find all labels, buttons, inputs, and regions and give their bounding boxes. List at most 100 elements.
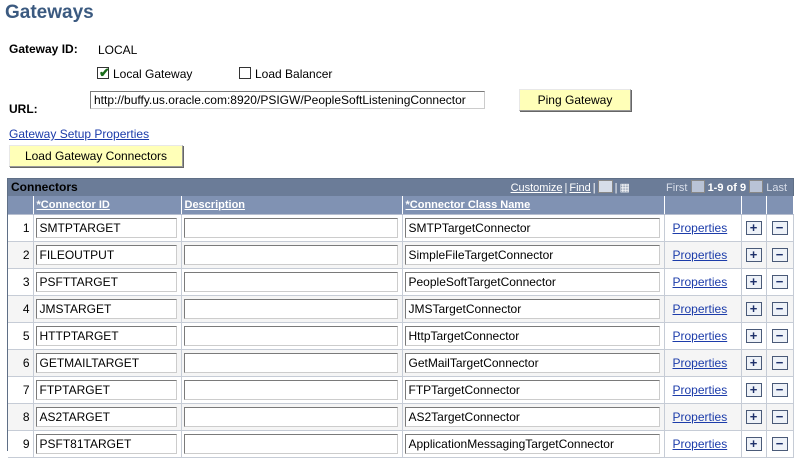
add-row-button[interactable]: +: [745, 356, 762, 370]
download-grid-icon[interactable]: ▦: [620, 182, 630, 194]
row-range: 1-9 of 9: [707, 182, 747, 194]
properties-link[interactable]: Properties: [673, 356, 728, 370]
grid-navigation: Customize | Find | | ▦ First 1-9 of 9 Last: [510, 180, 787, 194]
table-row: 6 GETMAILTARGET GetMailTargetConnector Prop…: [8, 349, 794, 377]
table-row: 2 FILEOUTPUT SimpleFileTargetConnector Prop…: [8, 241, 794, 269]
add-row-button[interactable]: +: [745, 410, 762, 424]
connector-id-input[interactable]: JMSTARGET: [35, 299, 177, 319]
table-row: 5 HTTPTARGET HttpTargetConnector Properties…: [8, 322, 794, 350]
properties-link[interactable]: Properties: [673, 410, 728, 424]
row-number-header: [8, 196, 34, 215]
remove-header: [766, 196, 794, 215]
add-row-button[interactable]: +: [745, 275, 762, 289]
table-row: 8 AS2TARGET AS2TargetConnector Properties + −: [8, 403, 794, 431]
connector-id-input[interactable]: HTTPTARGET: [35, 326, 177, 346]
properties-link[interactable]: Properties: [673, 437, 728, 451]
table-row: 4 JMSTARGET JMSTargetConnector Properties + −: [8, 295, 794, 323]
url-input[interactable]: http://buffy.us.oracle.com:8920/PSIGW/Pe…: [90, 91, 485, 109]
table-row: 9 PSFT81TARGET ApplicationMessagingTargetC…: [8, 430, 794, 458]
remove-row-button[interactable]: −: [771, 383, 788, 397]
properties-header: [664, 196, 742, 215]
description-input[interactable]: [183, 434, 398, 454]
properties-link[interactable]: Properties: [673, 329, 728, 343]
class-name-input[interactable]: PeopleSoftTargetConnector: [404, 272, 660, 292]
add-row-button[interactable]: +: [745, 302, 762, 316]
find-link[interactable]: Find: [569, 182, 590, 194]
row-number: 1: [8, 214, 34, 242]
add-row-button[interactable]: +: [745, 221, 762, 235]
local-gateway-label: Local Gateway: [113, 67, 193, 81]
customize-link[interactable]: Customize: [511, 182, 563, 194]
remove-row-button[interactable]: −: [771, 302, 788, 316]
next-arrow-icon[interactable]: [749, 180, 764, 193]
grid-title: Connectors: [11, 180, 78, 194]
connector-id-input[interactable]: FILEOUTPUT: [35, 245, 177, 265]
row-number: 5: [8, 322, 34, 350]
load-balancer-checkbox[interactable]: [239, 67, 251, 79]
gateway-setup-properties-link[interactable]: Gateway Setup Properties: [9, 127, 149, 141]
remove-row-button[interactable]: −: [771, 329, 788, 343]
table-row: 1 SMTPTARGET SMTPTargetConnector Properties…: [8, 214, 794, 242]
class-name-input[interactable]: FTPTargetConnector: [404, 380, 660, 400]
remove-row-button[interactable]: −: [771, 437, 788, 451]
properties-link[interactable]: Properties: [673, 248, 728, 262]
add-row-button[interactable]: +: [745, 329, 762, 343]
page-title: Gateways: [5, 2, 94, 23]
checkmark-icon: ✔: [99, 65, 110, 80]
description-input[interactable]: [183, 380, 398, 400]
description-input[interactable]: [183, 245, 398, 265]
add-row-button[interactable]: +: [745, 437, 762, 451]
table-row: 7 FTPTARGET FTPTargetConnector Properties + −: [8, 376, 794, 404]
description-input[interactable]: [183, 353, 398, 373]
connector-id-input[interactable]: SMTPTARGET: [35, 218, 177, 238]
row-number: 8: [8, 403, 34, 431]
row-number: 3: [8, 268, 34, 296]
add-row-button[interactable]: +: [745, 383, 762, 397]
description-input[interactable]: [183, 272, 398, 292]
class-name-input[interactable]: HttpTargetConnector: [404, 326, 660, 346]
description-input[interactable]: [183, 218, 398, 238]
class-name-input[interactable]: SMTPTargetConnector: [404, 218, 660, 238]
class-name-input[interactable]: ApplicationMessagingTargetConnector: [404, 434, 660, 454]
connectors-grid: Connectors Customize | Find | | ▦ First 1-9 o…: [7, 178, 794, 458]
remove-row-button[interactable]: −: [771, 356, 788, 370]
connector-id-input[interactable]: AS2TARGET: [35, 407, 177, 427]
description-input[interactable]: [183, 407, 398, 427]
url-label: URL:: [9, 102, 38, 116]
remove-row-button[interactable]: −: [771, 275, 788, 289]
view-all-icon[interactable]: [597, 180, 613, 193]
properties-link[interactable]: Properties: [673, 275, 728, 289]
properties-link[interactable]: Properties: [673, 302, 728, 316]
prev-arrow-icon[interactable]: [690, 180, 705, 193]
description-input[interactable]: [183, 299, 398, 319]
class-name-header[interactable]: *Connector Class Name: [402, 196, 665, 215]
connector-id-header[interactable]: *Connector ID: [33, 196, 182, 215]
description-input[interactable]: [183, 326, 398, 346]
grid-header-bar: Connectors Customize | Find | | ▦ First 1-9 o…: [8, 179, 793, 196]
table-header-row: *Connector ID Description *Connector Cla…: [8, 196, 794, 215]
gateway-id-label: Gateway ID:: [9, 42, 78, 56]
row-number: 2: [8, 241, 34, 269]
connector-id-input[interactable]: GETMAILTARGET: [35, 353, 177, 373]
class-name-input[interactable]: JMSTargetConnector: [404, 299, 660, 319]
load-gateway-connectors-button[interactable]: Load Gateway Connectors: [9, 145, 183, 167]
row-number: 6: [8, 349, 34, 377]
connector-id-input[interactable]: PSFTTARGET: [35, 272, 177, 292]
class-name-input[interactable]: GetMailTargetConnector: [404, 353, 660, 373]
class-name-input[interactable]: SimpleFileTargetConnector: [404, 245, 660, 265]
description-header[interactable]: Description: [181, 196, 403, 215]
connectors-table: *Connector ID Description *Connector Cla…: [8, 196, 794, 458]
connector-id-input[interactable]: PSFT81TARGET: [35, 434, 177, 454]
table-row: 3 PSFTTARGET PeopleSoftTargetConnector Prop…: [8, 268, 794, 296]
remove-row-button[interactable]: −: [771, 221, 788, 235]
local-gateway-checkbox[interactable]: ✔: [97, 65, 110, 80]
last-label: Last: [766, 182, 787, 194]
add-row-button[interactable]: +: [745, 248, 762, 262]
remove-row-button[interactable]: −: [771, 248, 788, 262]
class-name-input[interactable]: AS2TargetConnector: [404, 407, 660, 427]
ping-gateway-button[interactable]: Ping Gateway: [519, 89, 631, 111]
remove-row-button[interactable]: −: [771, 410, 788, 424]
properties-link[interactable]: Properties: [673, 383, 728, 397]
properties-link[interactable]: Properties: [673, 221, 728, 235]
connector-id-input[interactable]: FTPTARGET: [35, 380, 177, 400]
